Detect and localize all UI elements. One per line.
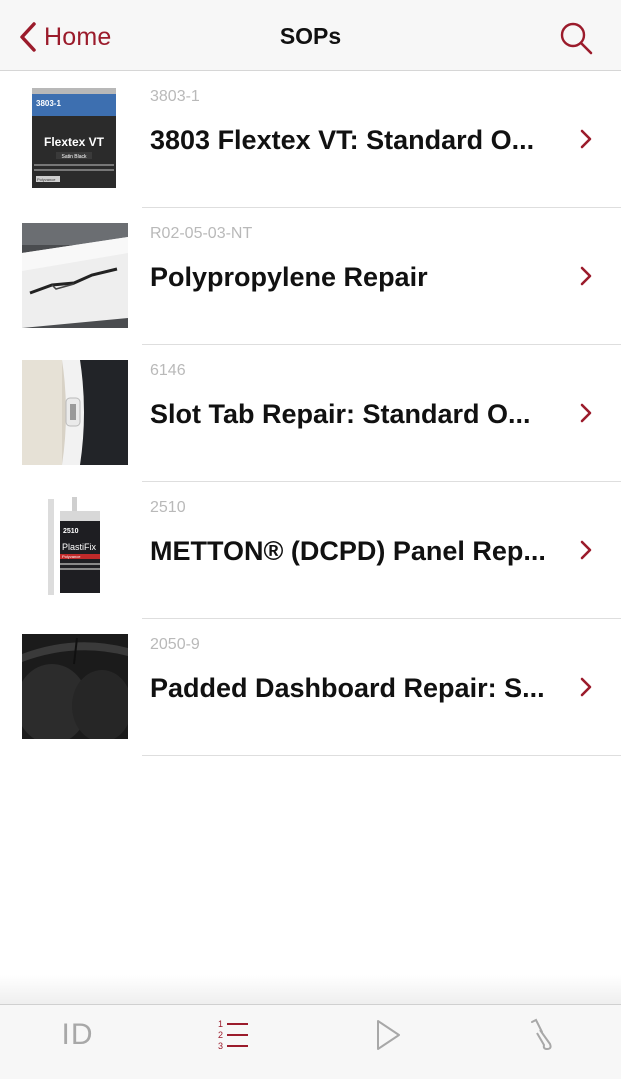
cracked-bumper-photo — [22, 223, 128, 328]
svg-text:1: 1 — [218, 1019, 223, 1029]
sop-title: Padded Dashboard Repair: S... — [150, 673, 545, 703]
page-title: SOPs — [279, 23, 342, 49]
flextex-can-photo: 3803-1 Flextex VT Satin Black Polyvance — [22, 86, 128, 191]
play-icon — [376, 1020, 400, 1050]
chevron-right-icon — [580, 540, 592, 560]
can-code-text: 3803-1 — [36, 99, 61, 108]
list-item[interactable]: R02-05-03-NT Polypropylene Repair — [0, 208, 621, 345]
chevron-right-icon — [580, 403, 592, 423]
tab-sops[interactable]: 1 2 3 — [155, 1005, 310, 1065]
row-divider — [142, 755, 621, 756]
tabbar-shadow — [0, 975, 621, 1005]
dashboard-photo — [22, 634, 128, 739]
list-item[interactable]: 6146 Slot Tab Repair: Standard O... — [0, 345, 621, 482]
sop-code: R02-05-03-NT — [150, 225, 253, 242]
sop-code: 3803-1 — [150, 88, 200, 105]
cartridge-code-text: 2510 — [63, 528, 79, 535]
can-brand-text: Polyvance — [37, 177, 56, 182]
search-icon — [560, 22, 593, 55]
chevron-right-icon — [580, 677, 592, 697]
dropper-icon — [530, 1018, 552, 1050]
can-name-text: Flextex VT — [44, 135, 105, 149]
sop-title: Slot Tab Repair: Standard O... — [150, 399, 531, 429]
plastifix-cartridge-photo: 2510 PlastiFix Polyvance — [22, 497, 128, 602]
cartridge-name-text: PlastiFix — [62, 542, 97, 552]
sop-code: 6146 — [150, 362, 186, 379]
list-item[interactable]: 2050-9 Padded Dashboard Repair: S... — [0, 619, 621, 756]
chevron-right-icon — [580, 129, 592, 149]
svg-text:2: 2 — [218, 1030, 223, 1040]
sop-title: 3803 Flextex VT: Standard O... — [150, 125, 535, 155]
cartridge-brand-text: Polyvance — [62, 554, 81, 559]
tab-id[interactable]: ID — [0, 1005, 155, 1065]
svg-text:3: 3 — [218, 1041, 223, 1051]
tab-dropper[interactable] — [465, 1005, 620, 1065]
list-item[interactable]: 2510 PlastiFix Polyvance 2510 METTON® (D… — [0, 482, 621, 619]
numbered-list-icon: 1 2 3 — [218, 1019, 248, 1051]
can-finish-text: Satin Black — [61, 154, 87, 160]
sop-code: 2510 — [150, 499, 186, 516]
tab-bar: ID 1 2 3 — [0, 1004, 621, 1079]
id-text-icon: ID — [61, 1018, 94, 1051]
list-item[interactable]: 3803-1 Flextex VT Satin Black Polyvance … — [0, 71, 621, 208]
tab-play[interactable] — [310, 1005, 465, 1065]
slot-tab-photo — [22, 360, 128, 465]
search-button[interactable] — [558, 20, 594, 56]
navigation-bar: Home SOPs — [0, 0, 621, 71]
sop-code: 2050-9 — [150, 636, 200, 653]
chevron-right-icon — [580, 266, 592, 286]
sop-title: METTON® (DCPD) Panel Rep... — [150, 536, 546, 566]
sop-title: Polypropylene Repair — [150, 262, 428, 292]
